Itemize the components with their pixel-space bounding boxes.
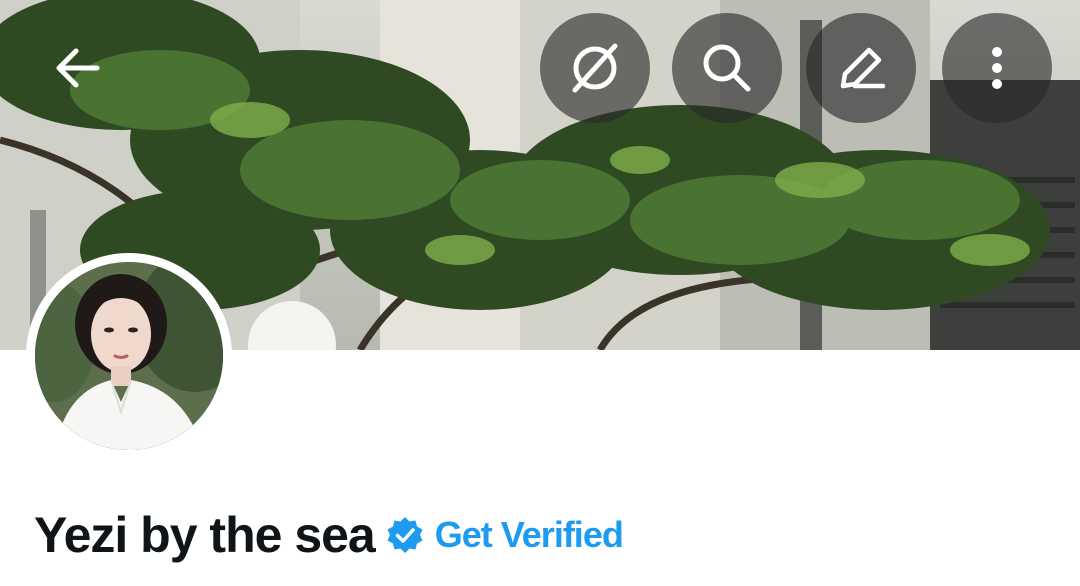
profile-name-row: Yezi by the sea Get Verified — [34, 500, 624, 570]
grok-button[interactable] — [540, 13, 650, 123]
edit-button[interactable] — [806, 13, 916, 123]
arrow-left-icon — [56, 48, 100, 88]
search-icon — [703, 44, 751, 92]
edit-icon — [840, 47, 886, 89]
profile-avatar[interactable] — [26, 253, 232, 459]
get-verified-link[interactable]: Get Verified — [435, 514, 624, 556]
more-button[interactable] — [942, 13, 1052, 123]
search-button[interactable] — [672, 13, 782, 123]
grok-icon — [572, 43, 618, 93]
verified-badge-icon[interactable] — [385, 515, 425, 555]
display-name: Yezi by the sea — [34, 507, 376, 563]
avatar-image — [35, 262, 223, 450]
back-button[interactable] — [22, 13, 132, 123]
more-vertical-icon — [992, 47, 1002, 89]
